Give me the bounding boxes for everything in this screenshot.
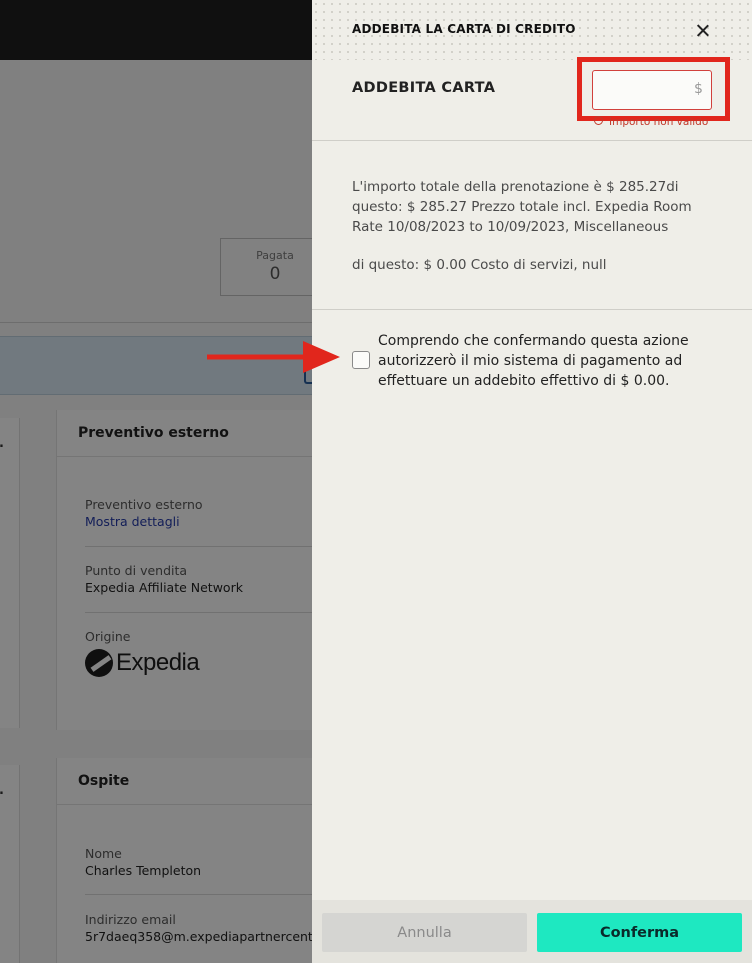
divider: [312, 140, 752, 141]
amount-error: Importo non valido: [609, 116, 709, 128]
drawer-footer: Annulla Conferma: [312, 900, 752, 963]
annotation-arrow-icon: [207, 341, 340, 373]
error-icon: [594, 116, 603, 125]
consent-text: Comprendo che confermando questa azione …: [378, 333, 689, 389]
drawer-title: ADDEBITA LA CARTA DI CREDITO: [352, 22, 576, 36]
total-description: L'importo totale della prenotazione è $ …: [352, 179, 692, 235]
close-icon[interactable]: [692, 20, 714, 42]
cancel-button[interactable]: Annulla: [322, 913, 527, 952]
fees-description: di questo: $ 0.00 Costo di servizi, null: [352, 257, 607, 273]
confirm-button[interactable]: Conferma: [537, 913, 742, 952]
section-title: ADDEBITA CARTA: [352, 80, 496, 96]
consent-checkbox[interactable]: [352, 351, 370, 369]
currency-suffix: $: [694, 81, 703, 97]
charge-card-drawer: ADDEBITA LA CARTA DI CREDITO ADDEBITA CA…: [312, 0, 752, 963]
divider: [312, 309, 752, 310]
modal-backdrop[interactable]: [0, 0, 312, 963]
